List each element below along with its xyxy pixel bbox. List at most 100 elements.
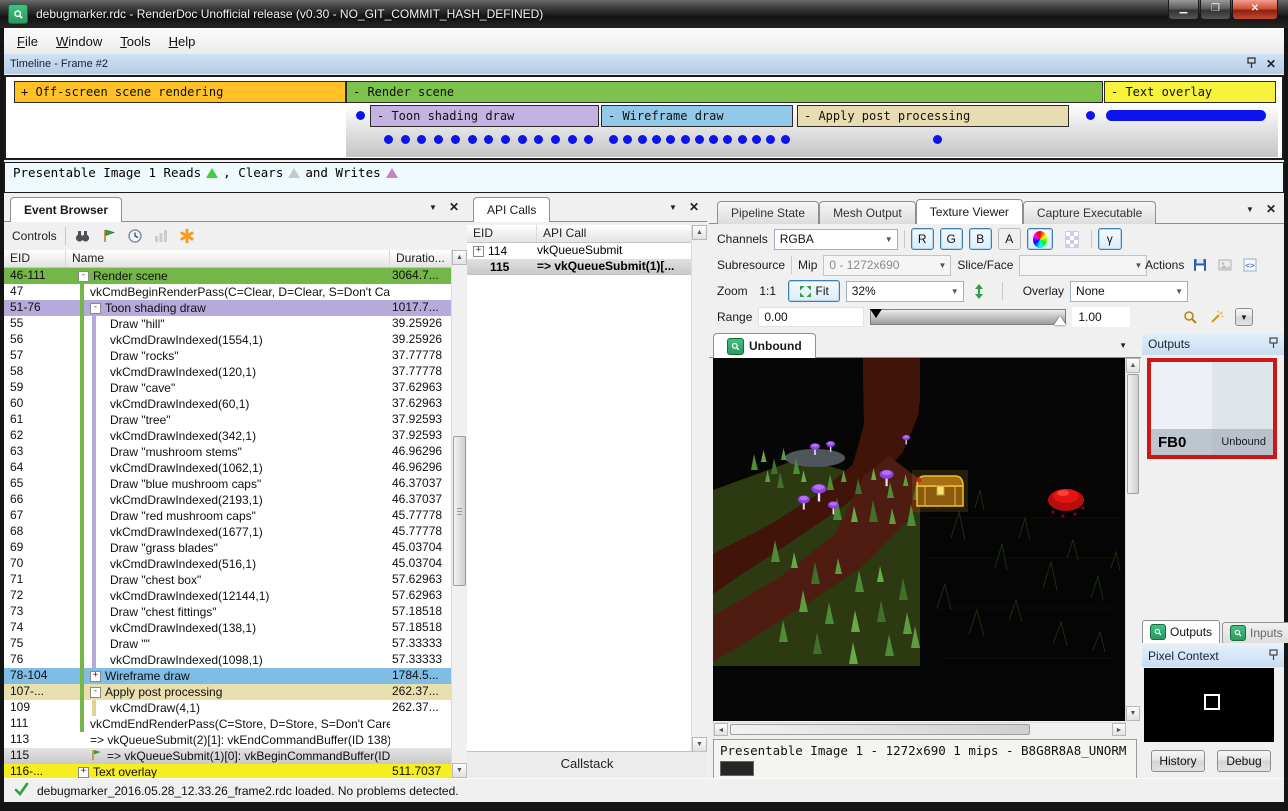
expander-icon[interactable]: + — [90, 671, 101, 682]
event-row[interactable]: 61Draw "tree"37.92593 — [4, 412, 452, 428]
pixel-context-view[interactable] — [1144, 668, 1274, 742]
event-row[interactable]: 68vkCmdDrawIndexed(1677,1)45.77778 — [4, 524, 452, 540]
menu-item-help[interactable]: Help — [160, 30, 205, 53]
zoom-level-select[interactable]: 32%▼ — [846, 281, 964, 302]
maximize-button[interactable]: ❐ — [1200, 0, 1231, 20]
api-call-row[interactable]: +114vkQueueSubmit — [467, 243, 691, 259]
channel-blue-toggle[interactable]: B — [969, 228, 992, 250]
event-row[interactable]: 78-104+Wireframe draw1784.5... — [4, 668, 452, 684]
event-row[interactable]: 55Draw "hill"39.25926 — [4, 316, 452, 332]
api-call-row[interactable]: 115=> vkQueueSubmit(1)[... — [467, 259, 691, 275]
close-button[interactable]: ✕ — [1232, 0, 1278, 20]
event-row[interactable]: 64vkCmdDrawIndexed(1062,1)46.96296 — [4, 460, 452, 476]
timeline-bar[interactable]: - Toon shading draw — [370, 105, 599, 127]
column-duration[interactable]: Duratio... — [390, 250, 452, 267]
timeline-bar[interactable]: - Wireframe draw — [601, 105, 793, 127]
tab-unbound-texture[interactable]: Unbound — [713, 333, 816, 358]
gamma-toggle[interactable]: γ — [1098, 228, 1122, 250]
zoom-range-icon[interactable] — [1181, 308, 1199, 326]
menu-item-window[interactable]: Window — [47, 30, 111, 53]
debug-button[interactable]: Debug — [1217, 750, 1271, 772]
channels-select[interactable]: RGBA▼ — [774, 229, 898, 250]
range-max-input[interactable]: 1.00 — [1072, 307, 1130, 327]
event-dot-cluster[interactable] — [1106, 110, 1266, 121]
event-dot[interactable] — [652, 135, 661, 144]
expander-icon[interactable]: + — [78, 767, 89, 778]
event-row[interactable]: 62vkCmdDrawIndexed(342,1)37.92593 — [4, 428, 452, 444]
time-draws-icon[interactable] — [126, 227, 144, 245]
event-row[interactable]: 46-111-Render scene3064.7... — [4, 268, 452, 284]
event-dot[interactable] — [781, 135, 790, 144]
callstack-section[interactable]: Callstack — [467, 751, 707, 778]
tab-inputs[interactable]: Inputs — [1222, 622, 1288, 643]
event-row[interactable]: 66vkCmdDrawIndexed(2193,1)46.37037 — [4, 492, 452, 508]
autofit-wand-icon[interactable] — [1208, 308, 1226, 326]
timeline-bar[interactable]: - Apply post processing — [797, 105, 1069, 127]
output-thumbnail-fb0[interactable]: FB0 Unbound — [1147, 358, 1277, 459]
tab-pipeline-state[interactable]: Pipeline State — [717, 201, 819, 224]
expander-icon[interactable]: - — [90, 687, 101, 698]
menu-item-tools[interactable]: Tools — [111, 30, 159, 53]
event-dot[interactable] — [568, 135, 577, 144]
event-row[interactable]: 109vkCmdDraw(4,1)262.37... — [4, 700, 452, 716]
column-name[interactable]: Name — [66, 250, 390, 267]
event-row[interactable]: 57Draw "rocks"37.77778 — [4, 348, 452, 364]
save-texture-icon[interactable] — [1191, 256, 1209, 274]
event-dot[interactable] — [695, 135, 704, 144]
zoom-fit-button[interactable]: Fit — [788, 280, 840, 302]
overlay-select[interactable]: None▼ — [1070, 281, 1188, 302]
event-dot[interactable] — [752, 135, 761, 144]
event-row[interactable]: 74vkCmdDrawIndexed(138,1)57.18518 — [4, 620, 452, 636]
event-row[interactable]: 63Draw "mushroom stems"46.96296 — [4, 444, 452, 460]
texture-viewer-close-icon[interactable]: ✕ — [1266, 204, 1276, 214]
event-row[interactable]: 107-...-Apply post processing262.37... — [4, 684, 452, 700]
expander-icon[interactable]: + — [473, 246, 484, 257]
pin-icon[interactable] — [1269, 649, 1278, 664]
event-dot[interactable] — [356, 111, 365, 120]
event-row[interactable]: 116-...+Text overlay511.7037 — [4, 764, 452, 778]
event-dot[interactable] — [1086, 111, 1095, 120]
event-row[interactable]: 59Draw "cave"37.62963 — [4, 380, 452, 396]
texture-tab-dropdown-icon[interactable]: ▼ — [1119, 341, 1127, 350]
tab-texture-viewer[interactable]: Texture Viewer — [916, 199, 1023, 224]
event-dot[interactable] — [451, 135, 460, 144]
minimize-button[interactable]: ▁ — [1168, 0, 1199, 20]
range-white-marker[interactable] — [1054, 316, 1066, 325]
event-dot[interactable] — [638, 135, 647, 144]
channel-red-toggle[interactable]: R — [911, 228, 934, 250]
event-dot[interactable] — [609, 135, 618, 144]
api-calls-scrollbar[interactable]: ▲ ▼ — [691, 225, 707, 752]
bookmark-flag-icon[interactable] — [100, 227, 118, 245]
event-row[interactable]: 47vkCmdBeginRenderPass(C=Clear, D=Clear,… — [4, 284, 452, 300]
event-browser-close-icon[interactable]: ✕ — [449, 202, 459, 212]
channel-green-toggle[interactable]: G — [940, 228, 963, 250]
history-button[interactable]: History — [1151, 750, 1205, 772]
slice-face-select[interactable]: ▼ — [1019, 255, 1147, 276]
event-row[interactable]: 69Draw "grass blades"45.03704 — [4, 540, 452, 556]
event-dot[interactable] — [518, 135, 527, 144]
event-row[interactable]: 71Draw "chest box"57.62963 — [4, 572, 452, 588]
event-dot[interactable] — [738, 135, 747, 144]
timeline-bar[interactable]: - Text overlay — [1104, 81, 1276, 103]
expander-icon[interactable]: - — [78, 271, 89, 282]
timeline-close-icon[interactable]: ✕ — [1266, 59, 1276, 69]
api-calls-close-icon[interactable]: ✕ — [689, 202, 699, 212]
event-row[interactable]: 51-76-Toon shading draw1017.7... — [4, 300, 452, 316]
zoom-1to1-button[interactable]: 1:1 — [754, 280, 782, 302]
event-row[interactable]: 67Draw "red mushroom caps"45.77778 — [4, 508, 452, 524]
event-row[interactable]: 72vkCmdDrawIndexed(12144,1)57.62963 — [4, 588, 452, 604]
event-dot[interactable] — [468, 135, 477, 144]
find-event-icon[interactable] — [74, 227, 92, 245]
event-dot[interactable] — [501, 135, 510, 144]
event-row[interactable]: 111vkCmdEndRenderPass(C=Store, D=Store, … — [4, 716, 452, 732]
panel-menu-icon[interactable]: ▼ — [669, 203, 677, 212]
event-dot[interactable] — [933, 135, 942, 144]
pin-icon[interactable] — [1269, 337, 1278, 352]
stats-icon[interactable] — [152, 227, 170, 245]
tab-api-calls[interactable]: API Calls — [473, 197, 550, 222]
event-row[interactable]: 76vkCmdDrawIndexed(1098,1)57.33333 — [4, 652, 452, 668]
timeline-bar[interactable]: - Render scene — [346, 81, 1103, 103]
event-dot[interactable] — [384, 135, 393, 144]
channel-alpha-toggle[interactable]: A — [998, 228, 1021, 250]
event-row[interactable]: 65Draw "blue mushroom caps"46.37037 — [4, 476, 452, 492]
